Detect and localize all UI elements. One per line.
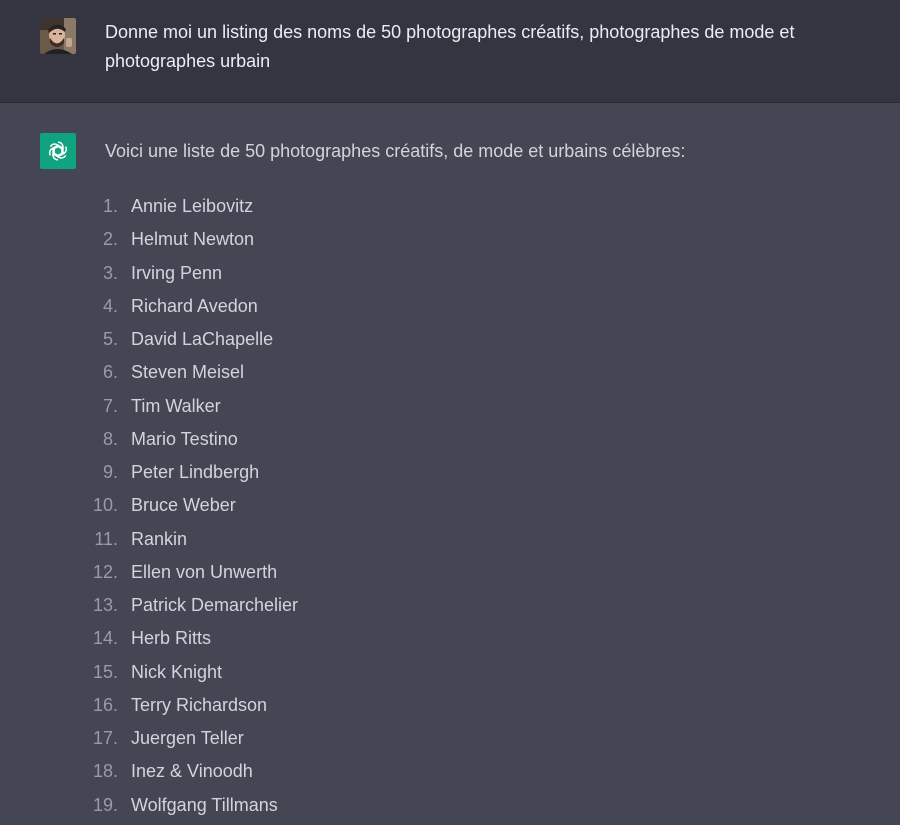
list-item-name: Bruce Weber xyxy=(131,495,236,516)
list-item-number: 2. xyxy=(102,229,118,250)
assistant-intro-text: Voici une liste de 50 photographes créat… xyxy=(105,141,686,161)
list-item-name: Inez & Vinoodh xyxy=(131,761,253,782)
list-item-number: 4. xyxy=(102,295,118,316)
list-item-number: 15. xyxy=(92,661,118,682)
user-avatar xyxy=(40,18,76,54)
list-item-number: 1. xyxy=(102,196,118,216)
user-message-text: Donne moi un listing des noms de 50 phot… xyxy=(105,22,795,71)
assistant-message: Voici une liste de 50 photographes créat… xyxy=(0,104,900,824)
list-item-number: 18. xyxy=(92,761,118,782)
list-item-name: Mario Testino xyxy=(131,428,238,449)
list-item-name: Irving Penn xyxy=(131,262,223,283)
user-message: Donne moi un listing des noms de 50 phot… xyxy=(0,0,900,103)
list-item-name: Ellen von Unwerth xyxy=(131,561,278,582)
list-item-name: Terry Richardson xyxy=(131,694,268,715)
list-item-name: Annie Leibovitz xyxy=(131,196,254,216)
list-item-number: 19. xyxy=(92,794,118,815)
list-item-name: Peter Lindbergh xyxy=(131,462,260,482)
list-item-number: 13. xyxy=(92,595,118,615)
list-item-name: Steven Meisel xyxy=(131,362,245,383)
list-item-name: Rankin xyxy=(131,528,188,549)
list-item-number: 11. xyxy=(94,528,118,549)
list-item-name: Nick Knight xyxy=(131,661,223,682)
openai-logo-icon xyxy=(48,141,68,161)
list-item-name: Wolfgang Tillmans xyxy=(131,794,278,815)
list-item-name: Patrick Demarchelier xyxy=(131,595,299,615)
list-item-number: 12. xyxy=(92,561,118,582)
list-item-number: 17. xyxy=(92,728,118,748)
user-photo-icon xyxy=(40,18,76,54)
list-item-number: 5. xyxy=(102,329,118,349)
list-item-name: Herb Ritts xyxy=(131,628,212,649)
list-item-number: 16. xyxy=(92,694,118,715)
list-item-name: Juergen Teller xyxy=(131,728,244,748)
list-item-number: 7. xyxy=(102,395,118,416)
list-item-number: 10. xyxy=(92,495,118,516)
list-item-number: 6. xyxy=(102,362,118,383)
list-item-number: 8. xyxy=(102,428,118,449)
assistant-avatar xyxy=(40,133,76,169)
list-item-name: Helmut Newton xyxy=(131,229,255,250)
list-item-number: 3. xyxy=(102,262,118,283)
list-item-number: 14. xyxy=(92,628,118,649)
list-item-number: 9. xyxy=(102,462,118,482)
list-item-name: Tim Walker xyxy=(131,395,221,416)
list-item-name: Richard Avedon xyxy=(131,295,258,316)
list-item-name: David LaChapelle xyxy=(131,329,274,349)
